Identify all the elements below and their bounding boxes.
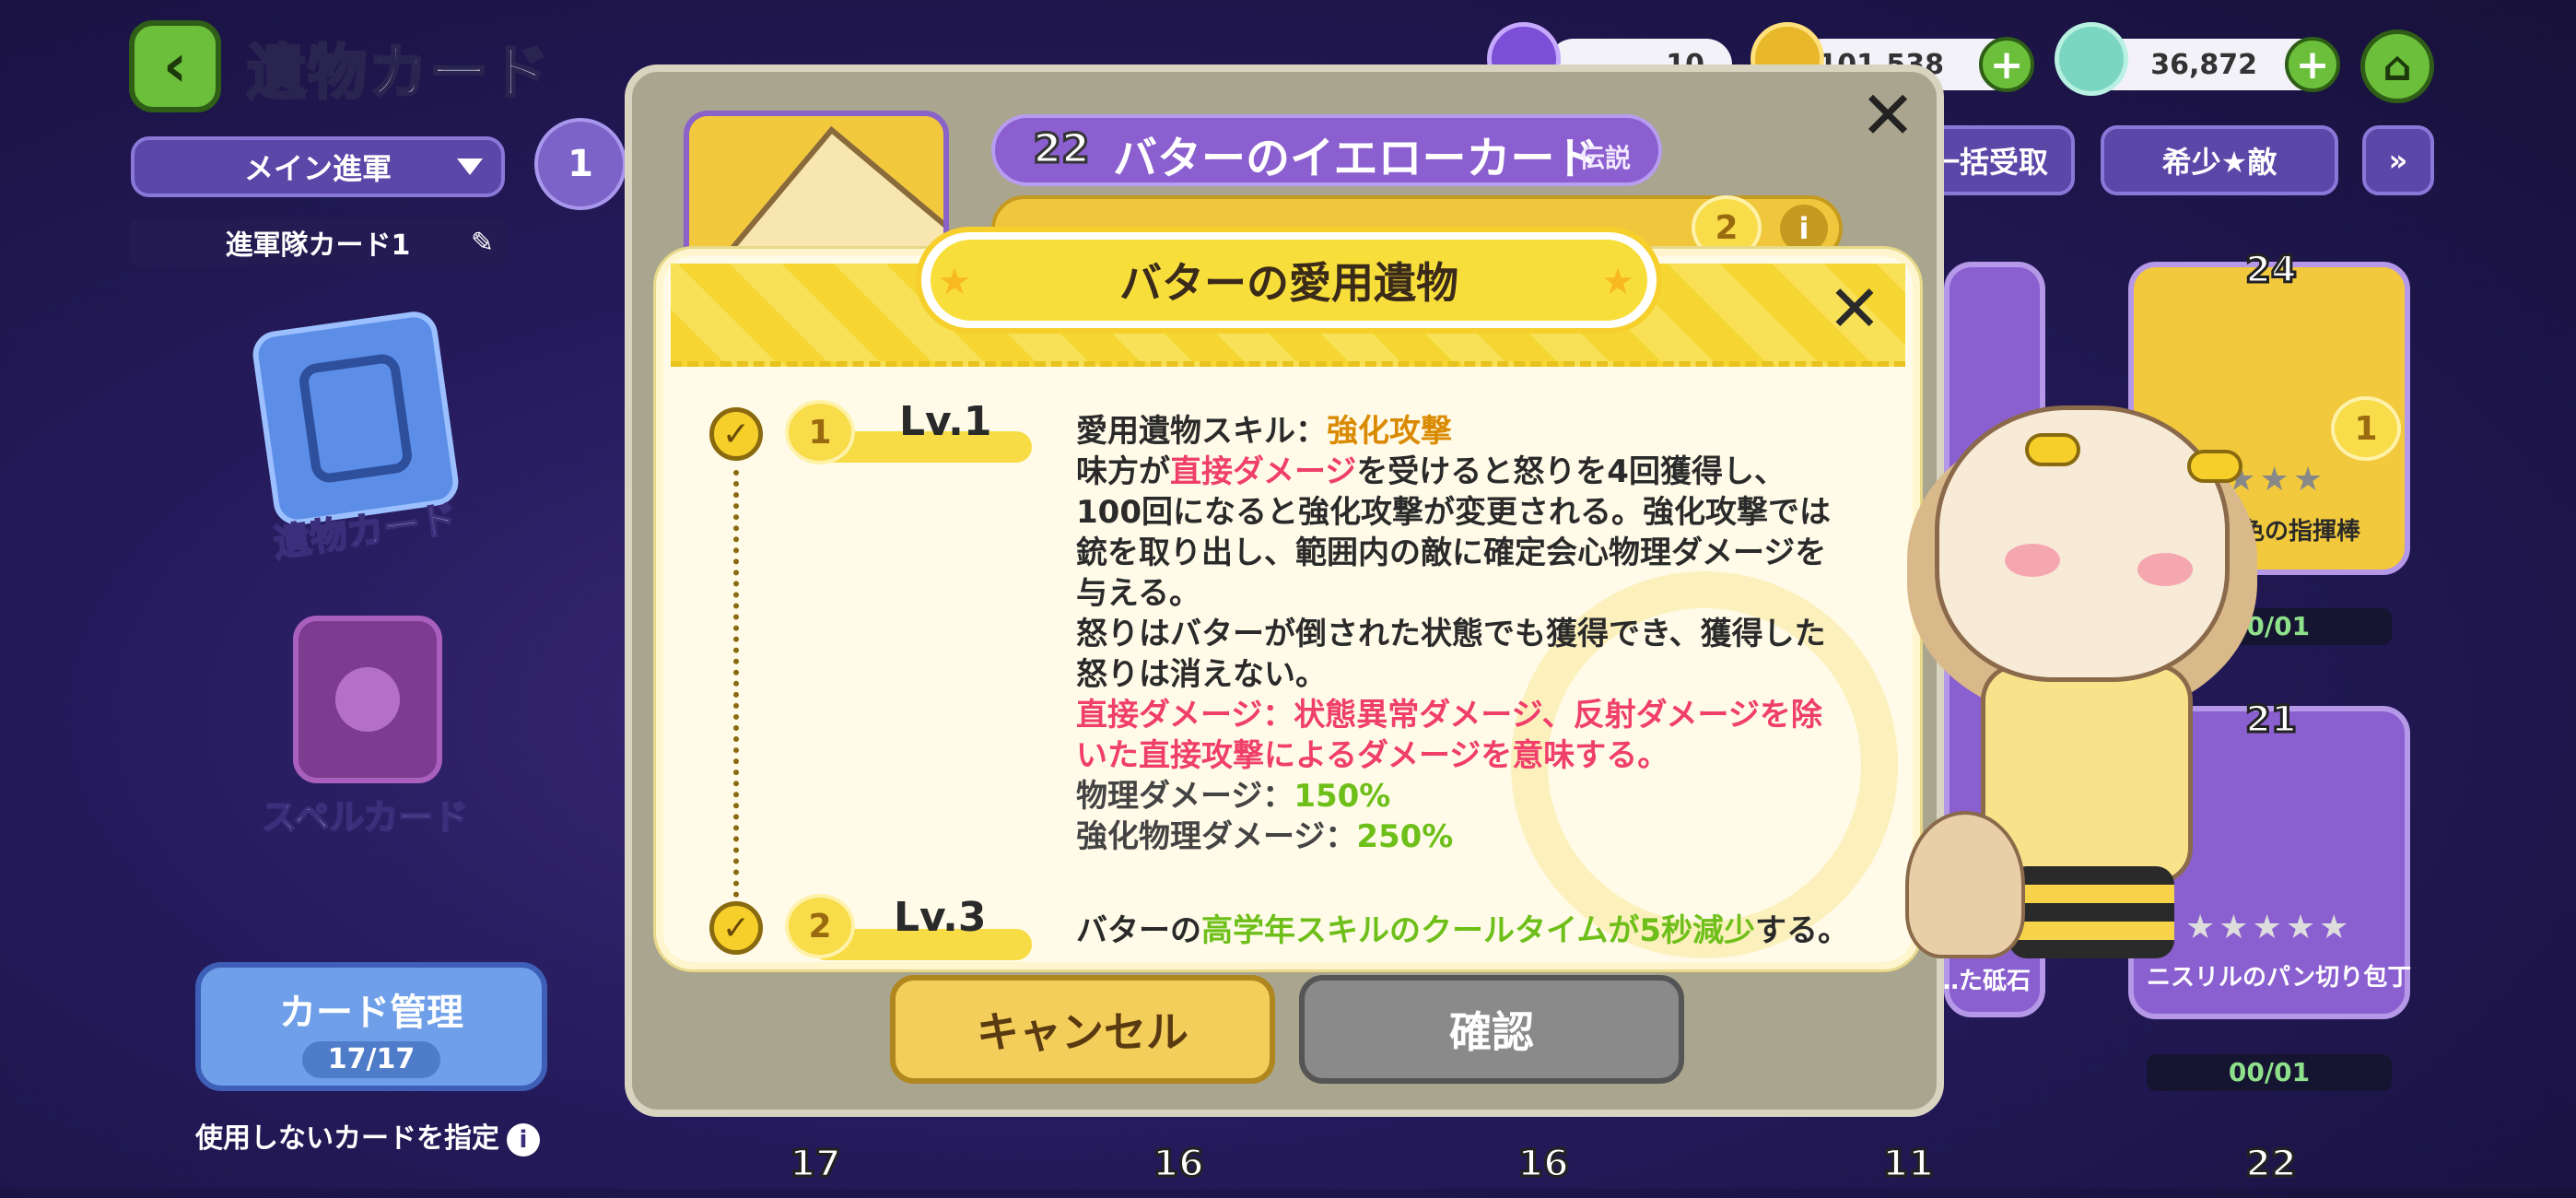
- home-icon: ⌂: [2383, 42, 2412, 90]
- unused-card-setting[interactable]: 使用しないカードを指定 i: [195, 1115, 540, 1157]
- desc-text: する。: [1754, 912, 1849, 949]
- page-title: 遺物カード: [246, 39, 551, 110]
- level-label: Lv.1: [899, 398, 992, 445]
- relic-card-2-name: ニスリルのパン切り包丁: [2147, 964, 2412, 992]
- skill-description: 愛用遺物スキル：強化攻撃 味方が直接ダメージを受けると怒りを4回獲得し、 100…: [1076, 411, 1859, 857]
- desc-keyword: 高学年スキルのクールタイムが5秒減少: [1201, 912, 1755, 949]
- character-cheek: [2137, 553, 2193, 586]
- bottom-card-level: 11: [1881, 1142, 1936, 1187]
- confirm-button[interactable]: 確認: [1299, 975, 1684, 1084]
- close-icon: ✕: [1859, 76, 1916, 154]
- close-dialog-button[interactable]: ✕: [1856, 82, 1920, 148]
- chibi-character: [1905, 811, 2025, 958]
- card-manage-count: 17/17: [302, 1041, 440, 1078]
- chevron-down-icon: [457, 159, 483, 175]
- bottom-card-level: 22: [2244, 1142, 2299, 1187]
- level-connector: [733, 470, 739, 898]
- relic-card-2-progress: 00/01: [2147, 1054, 2392, 1091]
- stat-label: 物理ダメージ：: [1076, 778, 1294, 815]
- currency-leaf-value: 36,872: [2150, 48, 2257, 81]
- witch-hat-icon: [335, 667, 400, 732]
- desc-text: 怒りは消えない。: [1076, 656, 1327, 693]
- desc-keyword: 直接ダメージ: [1170, 453, 1357, 490]
- skill-prefix: 愛用遺物スキル：: [1076, 413, 1327, 450]
- character-cheek: [2005, 544, 2060, 577]
- shield-icon: [297, 351, 415, 486]
- desc-text: 怒りはバターが倒された状態でも獲得でき、獲得した: [1076, 616, 1826, 652]
- dropdown-value: メイン進軍: [243, 151, 392, 186]
- bow-icon: [2025, 433, 2080, 466]
- check-icon: ✓: [709, 407, 763, 461]
- info-icon[interactable]: i: [507, 1123, 540, 1157]
- level-label: Lv.3: [894, 894, 987, 941]
- march-type-dropdown[interactable]: メイン進軍: [131, 136, 505, 197]
- bottom-card-level: 16: [1516, 1142, 1571, 1187]
- desc-text: 味方が: [1076, 453, 1170, 490]
- cancel-label: キャンセル: [977, 1007, 1188, 1057]
- expand-button[interactable]: »: [2362, 125, 2434, 195]
- relic-card-3-name: …た砥石: [1935, 968, 2032, 995]
- bottom-card-level: 16: [1152, 1142, 1206, 1187]
- pencil-icon[interactable]: ✎: [471, 227, 494, 259]
- desc-text: を受けると怒りを4回獲得し、: [1356, 453, 1786, 490]
- spell-card-tab-label: スペルカード: [261, 796, 469, 839]
- squad-name[interactable]: 進軍隊カード1 ✎: [129, 219, 507, 265]
- star-icon: ★: [1601, 261, 1634, 303]
- desc-text: 銃を取り出し、範囲内の敵に確定会心物理ダメージを: [1076, 534, 1827, 571]
- card-level: 22: [1032, 124, 1091, 174]
- rarity-sort-button[interactable]: 希少★敵: [2101, 125, 2338, 195]
- chevron-left-icon: ‹: [162, 32, 188, 100]
- confirm-label: 確認: [1449, 1007, 1534, 1057]
- close-modal-button[interactable]: ✕: [1822, 276, 1887, 341]
- spell-card-tab[interactable]: [293, 616, 442, 783]
- check-icon: ✓: [709, 901, 763, 955]
- card-manage-button[interactable]: カード管理 17/17: [195, 962, 547, 1091]
- squad-count-badge[interactable]: 1: [534, 118, 626, 210]
- level-index: 1: [785, 400, 855, 464]
- card-rarity: 伝説: [1579, 143, 1632, 173]
- bottom-card-level: 17: [789, 1142, 843, 1187]
- squad-name-label: 進軍隊カード1: [225, 229, 411, 262]
- character-face: [1935, 405, 2230, 682]
- leaf-icon: [2055, 22, 2128, 96]
- info-icon[interactable]: i: [1780, 205, 1828, 253]
- modal-title: バターの愛用遺物: [931, 240, 1647, 321]
- cancel-button[interactable]: キャンセル: [890, 975, 1275, 1084]
- card-manage-label: カード管理: [279, 992, 463, 1034]
- double-chevron-down-icon: »: [2388, 143, 2408, 178]
- bulk-receive-label: 一括受取: [1929, 145, 2048, 180]
- add-coin-button[interactable]: +: [1979, 37, 2034, 92]
- level-index: 2: [785, 894, 855, 958]
- star-icon: ★: [938, 261, 971, 303]
- desc-text: 与える。: [1076, 575, 1200, 612]
- home-button[interactable]: ⌂: [2360, 29, 2434, 103]
- stat-label: 強化物理ダメージ：: [1076, 818, 1357, 855]
- relic-card-1-rank: 1: [2331, 396, 2401, 461]
- close-icon: ✕: [1827, 271, 1882, 346]
- relic-card-2-level: 21: [2244, 698, 2299, 743]
- stat-value: 250%: [1356, 818, 1454, 855]
- stat-value: 150%: [1294, 778, 1391, 815]
- relic-card-1-level: 24: [2244, 248, 2299, 293]
- unused-card-label: 使用しないカードを指定: [195, 1122, 499, 1155]
- bow-icon: [2187, 450, 2242, 483]
- relic-card-2-stars: ★★★★★: [2185, 909, 2353, 946]
- character-legs: [2008, 866, 2174, 958]
- desc-text: 100回になると強化攻撃が変更される。強化攻撃では: [1076, 494, 1831, 531]
- card-name: バターのイエローカード: [1113, 133, 1599, 184]
- back-button[interactable]: ‹: [129, 20, 221, 112]
- desc-text: バターの: [1076, 912, 1201, 949]
- skill-name: 強化攻撃: [1327, 413, 1452, 450]
- add-leaf-button[interactable]: +: [2285, 37, 2340, 92]
- rarity-sort-label: 希少★敵: [2161, 145, 2277, 180]
- lv3-description: バターの高学年スキルのクールタイムが5秒減少する。: [1076, 905, 1849, 950]
- desc-note: 直接ダメージ：状態異常ダメージ、反射ダメージを除: [1076, 697, 1822, 734]
- desc-note: いた直接攻撃によるダメージを意味する。: [1076, 737, 1669, 774]
